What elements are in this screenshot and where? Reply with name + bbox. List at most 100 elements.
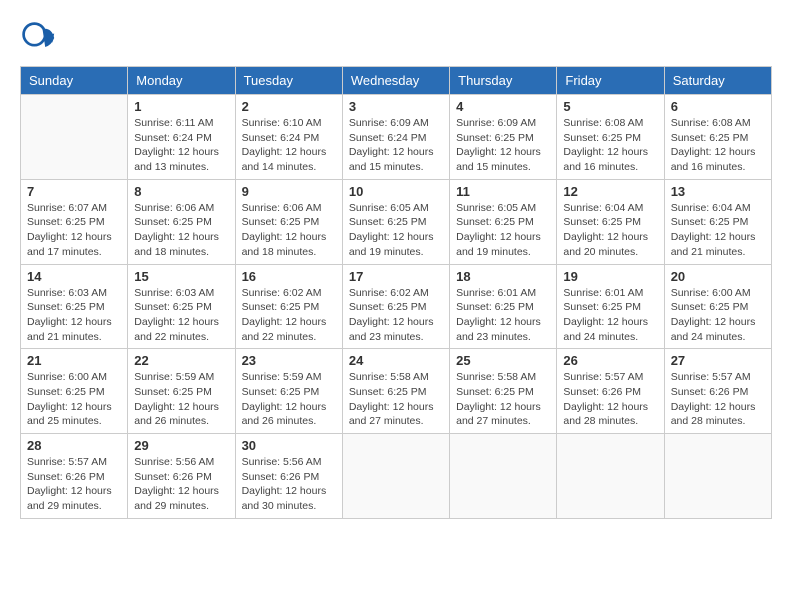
- day-number: 13: [671, 184, 765, 199]
- day-number: 27: [671, 353, 765, 368]
- day-number: 8: [134, 184, 228, 199]
- day-info: Sunrise: 5:58 AMSunset: 6:25 PMDaylight:…: [456, 370, 550, 429]
- day-info: Sunrise: 6:07 AMSunset: 6:25 PMDaylight:…: [27, 201, 121, 260]
- calendar-header-tuesday: Tuesday: [235, 67, 342, 95]
- calendar-cell: 9 Sunrise: 6:06 AMSunset: 6:25 PMDaylight…: [235, 179, 342, 264]
- day-info: Sunrise: 6:08 AMSunset: 6:25 PMDaylight:…: [563, 116, 657, 175]
- day-number: 20: [671, 269, 765, 284]
- calendar-header-thursday: Thursday: [450, 67, 557, 95]
- day-number: 1: [134, 99, 228, 114]
- day-number: 4: [456, 99, 550, 114]
- day-number: 28: [27, 438, 121, 453]
- day-info: Sunrise: 5:56 AMSunset: 6:26 PMDaylight:…: [242, 455, 336, 514]
- calendar-cell: 8 Sunrise: 6:06 AMSunset: 6:25 PMDaylight…: [128, 179, 235, 264]
- calendar-week-row: 7 Sunrise: 6:07 AMSunset: 6:25 PMDaylight…: [21, 179, 772, 264]
- calendar-header-row: SundayMondayTuesdayWednesdayThursdayFrid…: [21, 67, 772, 95]
- day-info: Sunrise: 6:05 AMSunset: 6:25 PMDaylight:…: [456, 201, 550, 260]
- day-number: 29: [134, 438, 228, 453]
- calendar-cell: 17 Sunrise: 6:02 AMSunset: 6:25 PMDayligh…: [342, 264, 449, 349]
- calendar-cell: 19 Sunrise: 6:01 AMSunset: 6:25 PMDayligh…: [557, 264, 664, 349]
- day-info: Sunrise: 6:02 AMSunset: 6:25 PMDaylight:…: [349, 286, 443, 345]
- day-number: 19: [563, 269, 657, 284]
- day-number: 14: [27, 269, 121, 284]
- day-number: 21: [27, 353, 121, 368]
- calendar-cell: 21 Sunrise: 6:00 AMSunset: 6:25 PMDayligh…: [21, 349, 128, 434]
- day-info: Sunrise: 5:59 AMSunset: 6:25 PMDaylight:…: [134, 370, 228, 429]
- calendar-cell: 12 Sunrise: 6:04 AMSunset: 6:25 PMDayligh…: [557, 179, 664, 264]
- calendar-cell: [450, 434, 557, 519]
- calendar-cell: 15 Sunrise: 6:03 AMSunset: 6:25 PMDayligh…: [128, 264, 235, 349]
- calendar-header-saturday: Saturday: [664, 67, 771, 95]
- day-number: 3: [349, 99, 443, 114]
- day-number: 10: [349, 184, 443, 199]
- calendar-cell: 18 Sunrise: 6:01 AMSunset: 6:25 PMDayligh…: [450, 264, 557, 349]
- calendar-cell: 23Sunrise: 5:59 AMSunset: 6:25 PMDayligh…: [235, 349, 342, 434]
- page-header: [20, 20, 772, 56]
- calendar-cell: 28 Sunrise: 5:57 AMSunset: 6:26 PMDayligh…: [21, 434, 128, 519]
- day-number: 11: [456, 184, 550, 199]
- day-info: Sunrise: 6:03 AMSunset: 6:25 PMDaylight:…: [27, 286, 121, 345]
- day-info: Sunrise: 6:08 AMSunset: 6:25 PMDaylight:…: [671, 116, 765, 175]
- calendar-week-row: 14 Sunrise: 6:03 AMSunset: 6:25 PMDayligh…: [21, 264, 772, 349]
- day-number: 5: [563, 99, 657, 114]
- calendar-cell: [664, 434, 771, 519]
- calendar-table: SundayMondayTuesdayWednesdayThursdayFrid…: [20, 66, 772, 519]
- logo-icon: [20, 20, 56, 56]
- day-number: 23: [242, 353, 336, 368]
- day-info: Sunrise: 6:04 AMSunset: 6:25 PMDaylight:…: [671, 201, 765, 260]
- day-number: 24: [349, 353, 443, 368]
- day-info: Sunrise: 6:09 AMSunset: 6:24 PMDaylight:…: [349, 116, 443, 175]
- calendar-cell: 16Sunrise: 6:02 AMSunset: 6:25 PMDayligh…: [235, 264, 342, 349]
- day-info: Sunrise: 5:57 AMSunset: 6:26 PMDaylight:…: [27, 455, 121, 514]
- calendar-cell: 26 Sunrise: 5:57 AMSunset: 6:26 PMDayligh…: [557, 349, 664, 434]
- day-info: Sunrise: 6:06 AMSunset: 6:25 PMDaylight:…: [134, 201, 228, 260]
- calendar-header-wednesday: Wednesday: [342, 67, 449, 95]
- calendar-cell: 27Sunrise: 5:57 AMSunset: 6:26 PMDayligh…: [664, 349, 771, 434]
- calendar-week-row: 21 Sunrise: 6:00 AMSunset: 6:25 PMDayligh…: [21, 349, 772, 434]
- calendar-header-monday: Monday: [128, 67, 235, 95]
- calendar-header-friday: Friday: [557, 67, 664, 95]
- day-number: 12: [563, 184, 657, 199]
- day-number: 2: [242, 99, 336, 114]
- day-number: 7: [27, 184, 121, 199]
- day-info: Sunrise: 5:58 AMSunset: 6:25 PMDaylight:…: [349, 370, 443, 429]
- calendar-header-sunday: Sunday: [21, 67, 128, 95]
- day-info: Sunrise: 5:57 AMSunset: 6:26 PMDaylight:…: [563, 370, 657, 429]
- calendar-cell: 24 Sunrise: 5:58 AMSunset: 6:25 PMDayligh…: [342, 349, 449, 434]
- calendar-cell: 3 Sunrise: 6:09 AMSunset: 6:24 PMDaylight…: [342, 95, 449, 180]
- calendar-cell: 5 Sunrise: 6:08 AMSunset: 6:25 PMDaylight…: [557, 95, 664, 180]
- day-number: 16: [242, 269, 336, 284]
- day-number: 15: [134, 269, 228, 284]
- calendar-cell: 2 Sunrise: 6:10 AMSunset: 6:24 PMDaylight…: [235, 95, 342, 180]
- calendar-cell: 25Sunrise: 5:58 AMSunset: 6:25 PMDayligh…: [450, 349, 557, 434]
- calendar-cell: 10Sunrise: 6:05 AMSunset: 6:25 PMDayligh…: [342, 179, 449, 264]
- day-info: Sunrise: 5:56 AMSunset: 6:26 PMDaylight:…: [134, 455, 228, 514]
- calendar-cell: 13 Sunrise: 6:04 AMSunset: 6:25 PMDayligh…: [664, 179, 771, 264]
- day-number: 17: [349, 269, 443, 284]
- calendar-cell: 11 Sunrise: 6:05 AMSunset: 6:25 PMDayligh…: [450, 179, 557, 264]
- calendar-cell: 20 Sunrise: 6:00 AMSunset: 6:25 PMDayligh…: [664, 264, 771, 349]
- day-info: Sunrise: 6:03 AMSunset: 6:25 PMDaylight:…: [134, 286, 228, 345]
- calendar-cell: 6 Sunrise: 6:08 AMSunset: 6:25 PMDaylight…: [664, 95, 771, 180]
- day-info: Sunrise: 6:10 AMSunset: 6:24 PMDaylight:…: [242, 116, 336, 175]
- day-info: Sunrise: 6:11 AMSunset: 6:24 PMDaylight:…: [134, 116, 228, 175]
- day-number: 6: [671, 99, 765, 114]
- calendar-cell: [21, 95, 128, 180]
- calendar-cell: [557, 434, 664, 519]
- calendar-cell: 1 Sunrise: 6:11 AMSunset: 6:24 PMDaylight…: [128, 95, 235, 180]
- day-number: 18: [456, 269, 550, 284]
- calendar-cell: 7 Sunrise: 6:07 AMSunset: 6:25 PMDaylight…: [21, 179, 128, 264]
- calendar-week-row: 1 Sunrise: 6:11 AMSunset: 6:24 PMDaylight…: [21, 95, 772, 180]
- calendar-cell: 29 Sunrise: 5:56 AMSunset: 6:26 PMDayligh…: [128, 434, 235, 519]
- calendar-cell: [342, 434, 449, 519]
- logo: [20, 20, 60, 56]
- day-number: 26: [563, 353, 657, 368]
- day-info: Sunrise: 6:00 AMSunset: 6:25 PMDaylight:…: [671, 286, 765, 345]
- day-info: Sunrise: 6:06 AMSunset: 6:25 PMDaylight:…: [242, 201, 336, 260]
- day-number: 9: [242, 184, 336, 199]
- day-info: Sunrise: 6:04 AMSunset: 6:25 PMDaylight:…: [563, 201, 657, 260]
- day-info: Sunrise: 6:01 AMSunset: 6:25 PMDaylight:…: [456, 286, 550, 345]
- day-info: Sunrise: 6:00 AMSunset: 6:25 PMDaylight:…: [27, 370, 121, 429]
- day-info: Sunrise: 6:01 AMSunset: 6:25 PMDaylight:…: [563, 286, 657, 345]
- calendar-cell: 4Sunrise: 6:09 AMSunset: 6:25 PMDaylight…: [450, 95, 557, 180]
